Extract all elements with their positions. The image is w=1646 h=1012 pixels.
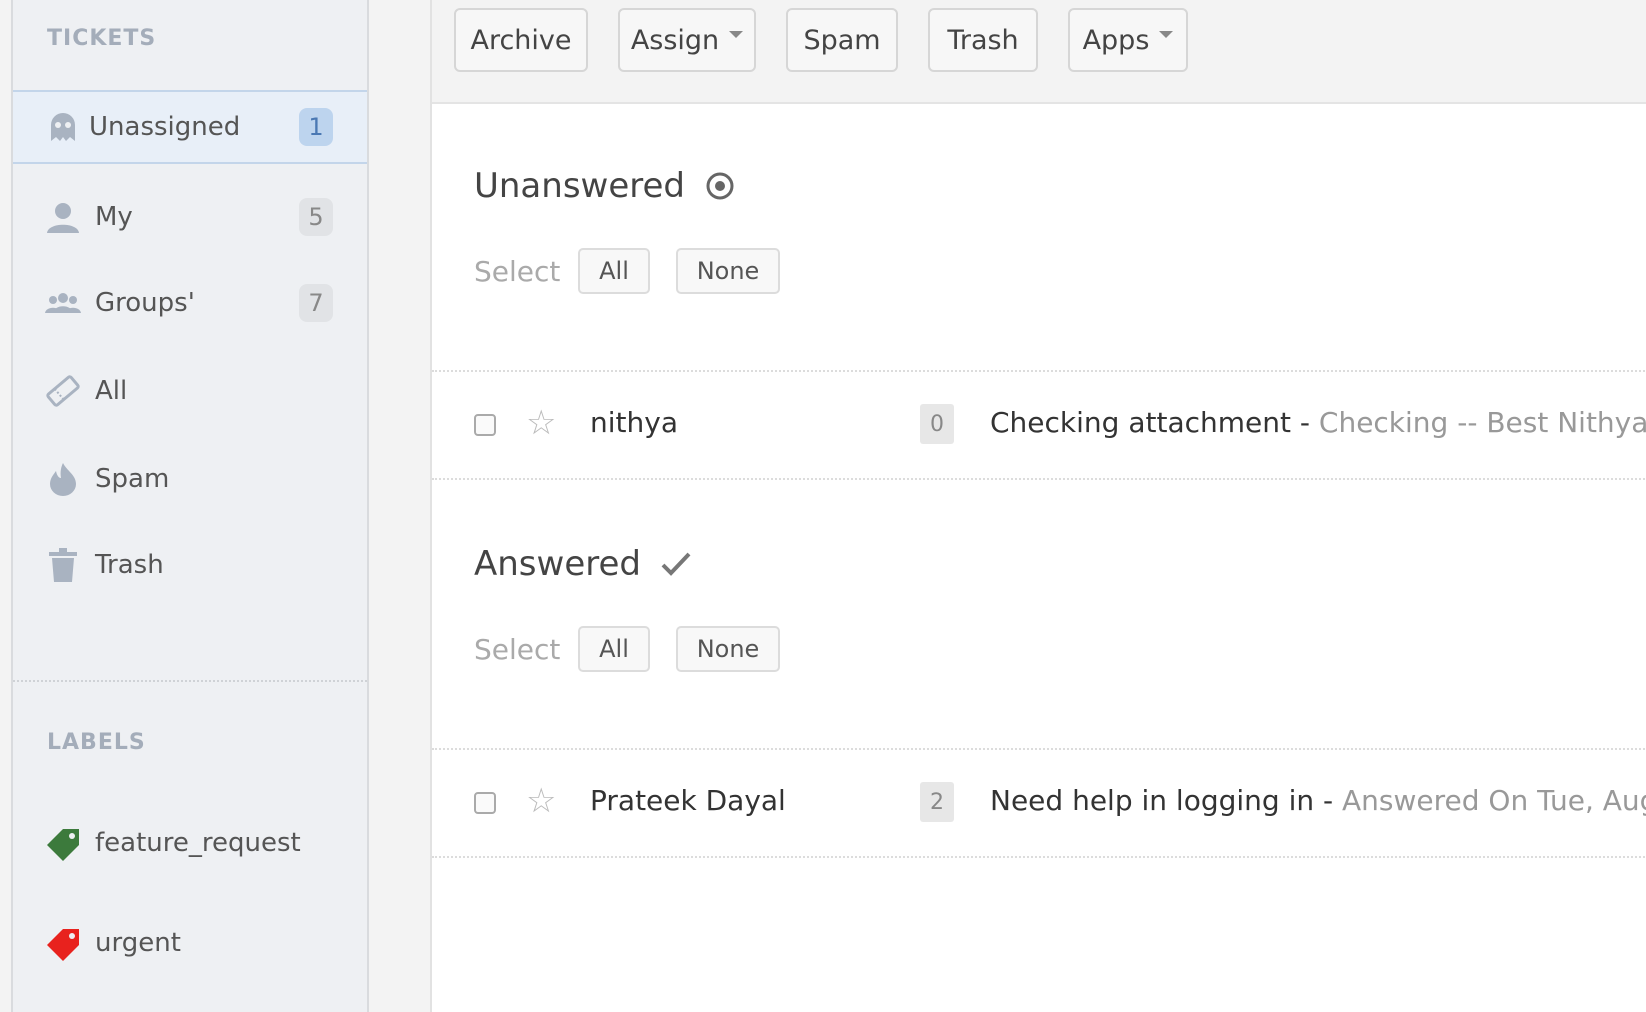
section-title-text: Unanswered xyxy=(474,166,685,206)
select-all-button[interactable]: All xyxy=(578,248,650,294)
reply-count-badge: 0 xyxy=(920,404,954,444)
sidebar-item-label: All xyxy=(95,376,128,406)
label-name: feature_request xyxy=(95,828,301,858)
groups-count-badge: 7 xyxy=(299,284,333,322)
table-row[interactable]: ☆ Prateek Dayal 2 Need help in logging i… xyxy=(432,748,1646,858)
chevron-down-icon xyxy=(729,30,744,38)
ticket-preview: Answered On Tue, Aug 30, 2011 xyxy=(1342,784,1646,817)
sidebar-item-label: Spam xyxy=(95,464,170,494)
checkmark-icon xyxy=(661,551,691,577)
main-panel: Archive Assign Spam Trash Apps Unanswere… xyxy=(430,0,1646,1012)
label-item-urgent[interactable]: urgent xyxy=(13,906,367,980)
unassigned-count-badge: 1 xyxy=(299,108,333,146)
trash-button[interactable]: Trash xyxy=(928,8,1038,72)
sidebar-item-all[interactable]: All xyxy=(13,354,367,428)
sidebar-item-label: Unassigned xyxy=(89,112,241,142)
sidebar-item-unassigned[interactable]: Unassigned 1 xyxy=(13,90,367,164)
assign-label: Assign xyxy=(630,24,720,56)
select-none-button[interactable]: None xyxy=(676,248,780,294)
answered-section-title: Answered xyxy=(474,544,691,584)
row-checkbox[interactable] xyxy=(474,414,496,436)
select-all-button[interactable]: All xyxy=(578,626,650,672)
sidebar: TICKETS Unassigned 1 My 5 Groups' 7 All … xyxy=(11,0,369,1012)
ticket-subject-link[interactable]: Need help in logging in - Answered On Tu… xyxy=(990,784,1646,817)
ticket-icon xyxy=(45,373,81,409)
select-label: Select xyxy=(474,632,561,666)
archive-button[interactable]: Archive xyxy=(454,8,588,72)
user-icon xyxy=(45,199,81,235)
section-title-text: Answered xyxy=(474,544,641,584)
tickets-heading: TICKETS xyxy=(47,26,157,51)
labels-heading: LABELS xyxy=(47,730,146,755)
sidebar-item-spam[interactable]: Spam xyxy=(13,442,367,516)
star-icon[interactable]: ☆ xyxy=(526,406,556,440)
sidebar-item-my[interactable]: My 5 xyxy=(13,180,367,254)
label-name: urgent xyxy=(95,928,181,958)
row-checkbox[interactable] xyxy=(474,792,496,814)
star-icon[interactable]: ☆ xyxy=(526,784,556,818)
sidebar-item-label: Groups' xyxy=(95,288,195,318)
label-item-feature-request[interactable]: feature_request xyxy=(13,806,367,880)
unanswered-section-title: Unanswered xyxy=(474,166,735,206)
answered-select-row: Select All None xyxy=(474,626,806,672)
tag-icon xyxy=(45,925,81,961)
ticket-subject-link[interactable]: Checking attachment - Checking -- Best N… xyxy=(990,406,1646,439)
apps-dropdown-button[interactable]: Apps xyxy=(1068,8,1188,72)
sidebar-item-trash[interactable]: Trash xyxy=(13,528,367,602)
ghost-icon xyxy=(45,109,81,145)
sidebar-item-label: Trash xyxy=(95,550,164,580)
tag-icon xyxy=(45,825,81,861)
archive-label: Archive xyxy=(470,24,572,56)
reply-count-badge: 2 xyxy=(920,782,954,822)
assign-dropdown-button[interactable]: Assign xyxy=(618,8,756,72)
ticket-preview: Checking -- Best Nithya Twitter xyxy=(1318,406,1646,439)
table-row[interactable]: ☆ nithya 0 Checking attachment - Checkin… xyxy=(432,370,1646,480)
spam-button[interactable]: Spam xyxy=(786,8,898,72)
select-label: Select xyxy=(474,254,561,288)
trash-label: Trash xyxy=(947,24,1019,56)
apps-label: Apps xyxy=(1082,24,1150,56)
my-count-badge: 5 xyxy=(299,198,333,236)
sidebar-divider xyxy=(13,680,367,682)
group-icon xyxy=(45,285,81,321)
unanswered-select-row: Select All None xyxy=(474,248,806,294)
ticket-subject: Checking attachment - xyxy=(990,406,1319,439)
select-none-button[interactable]: None xyxy=(676,626,780,672)
flame-icon xyxy=(45,461,81,497)
radio-target-icon xyxy=(705,171,735,201)
requester-name: nithya xyxy=(590,406,678,439)
sidebar-item-groups[interactable]: Groups' 7 xyxy=(13,266,367,340)
requester-name: Prateek Dayal xyxy=(590,784,786,817)
spam-label: Spam xyxy=(803,24,881,56)
trash-icon xyxy=(45,547,81,583)
ticket-subject: Need help in logging in - xyxy=(990,784,1343,817)
toolbar: Archive Assign Spam Trash Apps xyxy=(432,0,1646,104)
sidebar-item-label: My xyxy=(95,202,133,232)
app: TICKETS Unassigned 1 My 5 Groups' 7 All … xyxy=(0,0,1646,1012)
chevron-down-icon xyxy=(1159,30,1174,38)
